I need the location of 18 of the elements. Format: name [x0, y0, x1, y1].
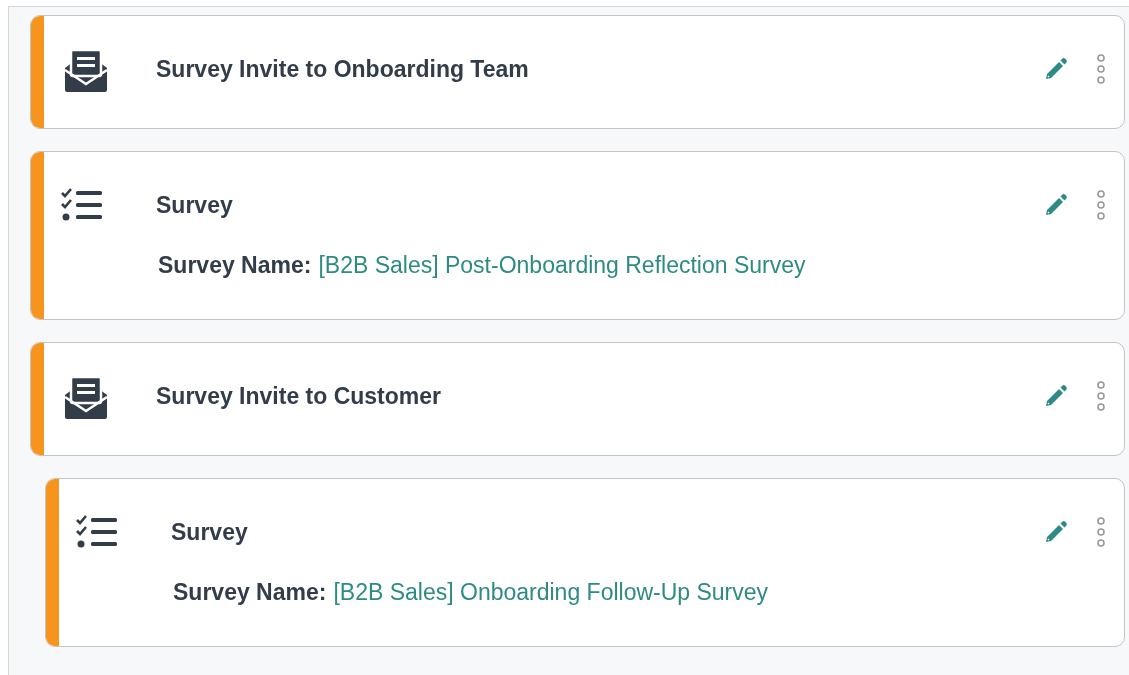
survey-name-link[interactable]: [B2B Sales] Post-Onboarding Reflection Survey	[318, 252, 806, 278]
step-title: Survey	[171, 518, 249, 546]
detail-label: Survey Name:	[173, 579, 327, 605]
checklist-icon	[61, 187, 105, 223]
step-title: Survey Invite to Customer	[156, 382, 443, 410]
more-options-button[interactable]	[1096, 516, 1106, 548]
more-options-button[interactable]	[1096, 189, 1106, 221]
edit-button[interactable]	[1044, 520, 1068, 544]
edit-button[interactable]	[1044, 384, 1068, 408]
edit-button[interactable]	[1044, 193, 1068, 217]
more-options-button[interactable]	[1096, 53, 1106, 85]
detail-label: Survey Name:	[158, 252, 312, 278]
step-title: Survey	[156, 191, 234, 219]
step-title: Survey Invite to Onboarding Team	[156, 55, 530, 83]
survey-name-link[interactable]: [B2B Sales] Onboarding Follow-Up Survey	[333, 579, 769, 605]
more-options-button[interactable]	[1096, 380, 1106, 412]
edit-button[interactable]	[1044, 57, 1068, 81]
checklist-icon	[76, 514, 120, 550]
